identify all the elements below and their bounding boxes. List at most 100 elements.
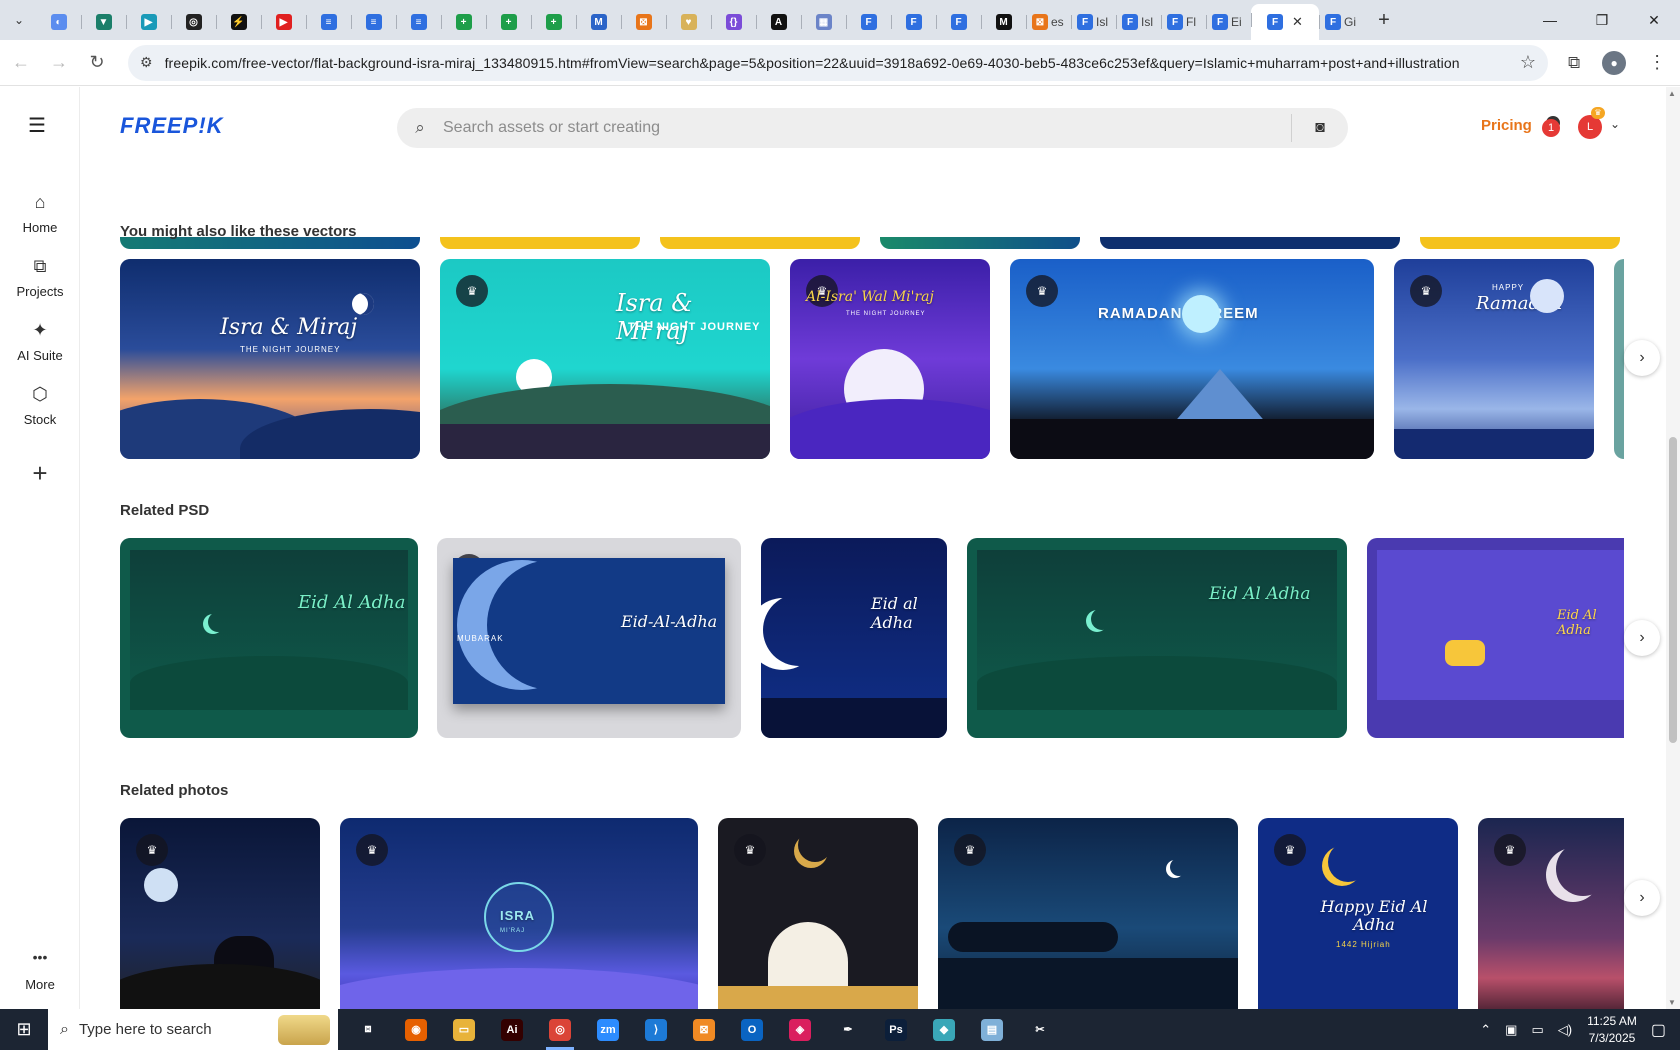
rail-home[interactable]: ⌂ Home bbox=[0, 192, 80, 235]
close-tab-icon[interactable]: ✕ bbox=[1292, 14, 1303, 30]
browser-menu-icon[interactable]: ⋮ bbox=[1648, 52, 1666, 73]
browser-tab-5[interactable]: ▶ bbox=[261, 6, 306, 38]
browser-tab-21[interactable]: M bbox=[981, 6, 1026, 38]
browser-profile-avatar[interactable]: ● bbox=[1602, 50, 1627, 75]
psd-card-3[interactable]: Eid al Adha bbox=[761, 538, 947, 738]
browser-tab-0[interactable]: ◐ bbox=[36, 6, 81, 38]
hamburger-menu-icon[interactable]: ☰ bbox=[28, 113, 46, 138]
new-tab-button[interactable]: + bbox=[1370, 6, 1398, 34]
psd-card-2[interactable]: ♛ Eid-Al-Adha MUBARAK bbox=[437, 538, 741, 738]
address-bar[interactable]: ⚙ freepik.com/free-vector/flat-backgroun… bbox=[128, 44, 1548, 81]
volume-icon[interactable]: ◁) bbox=[1558, 1022, 1572, 1038]
scroll-up-icon[interactable]: ▲ bbox=[1668, 89, 1676, 98]
browser-tab-18[interactable]: F bbox=[846, 6, 891, 38]
browser-tab-20[interactable]: F bbox=[936, 6, 981, 38]
taskbar-app-app-gem[interactable]: ◆ bbox=[920, 1009, 968, 1050]
psd-next-arrow-icon[interactable]: › bbox=[1624, 620, 1660, 656]
browser-tab-13[interactable]: ⊠ bbox=[621, 6, 666, 38]
browser-tab-26[interactable]: F Ei bbox=[1206, 6, 1251, 38]
vector-card-1[interactable]: Isra & Miraj THE NIGHT JOURNEY bbox=[120, 259, 420, 459]
freepik-logo[interactable]: FREEP!K bbox=[120, 113, 224, 139]
prev-card-6[interactable] bbox=[1420, 237, 1620, 249]
extensions-puzzle-icon[interactable]: ⧉ bbox=[1568, 53, 1580, 73]
browser-tab-2[interactable]: ▶ bbox=[126, 6, 171, 38]
photo-card-4[interactable]: ♛ bbox=[938, 818, 1238, 1009]
taskbar-clock[interactable]: 11:25 AM 7/3/2025 bbox=[1587, 1013, 1637, 1047]
reload-icon[interactable]: ↻ bbox=[80, 46, 114, 80]
photo-card-6[interactable]: ♛ bbox=[1478, 818, 1624, 1009]
tray-chevron-up-icon[interactable]: ⌃ bbox=[1480, 1022, 1491, 1038]
psd-card-4[interactable]: Eid Al Adha bbox=[967, 538, 1347, 738]
add-plus-icon[interactable]: + bbox=[20, 453, 60, 493]
vector-card-4[interactable]: ♛ RAMADAN KAREEM bbox=[1010, 259, 1374, 459]
taskbar-app-pen-tool[interactable]: ✒ bbox=[824, 1009, 872, 1050]
rail-stock[interactable]: ⬡ Stock bbox=[0, 384, 80, 427]
prev-card-2[interactable] bbox=[440, 237, 640, 249]
forward-arrow-icon[interactable]: → bbox=[42, 46, 76, 80]
bookmark-star-icon[interactable]: ☆ bbox=[1520, 52, 1536, 73]
browser-tab-3[interactable]: ◎ bbox=[171, 6, 216, 38]
url-text[interactable]: freepik.com/free-vector/flat-background-… bbox=[165, 55, 1512, 71]
browser-tab-15[interactable]: {} bbox=[711, 6, 756, 38]
browser-tab-active[interactable]: F ✕ bbox=[1251, 4, 1319, 40]
taskbar-search[interactable]: ⌕ Type here to search bbox=[48, 1009, 338, 1050]
browser-tab-24[interactable]: F Isl bbox=[1116, 6, 1161, 38]
restore-icon[interactable]: ❐ bbox=[1576, 0, 1628, 40]
prev-card-3[interactable] bbox=[660, 237, 860, 249]
taskbar-app-app-tool[interactable]: ✂ bbox=[1016, 1009, 1064, 1050]
browser-tab-22[interactable]: ⊠ es bbox=[1026, 6, 1071, 38]
rail-more[interactable]: ••• More bbox=[0, 949, 80, 992]
browser-tab-8[interactable]: ≡ bbox=[396, 6, 441, 38]
taskbar-app-xampp[interactable]: ⊠ bbox=[680, 1009, 728, 1050]
taskbar-app-vscode[interactable]: ⟩ bbox=[632, 1009, 680, 1050]
prev-card-5[interactable] bbox=[1100, 237, 1400, 249]
rail-ai-suite[interactable]: ✦ AI Suite bbox=[0, 320, 80, 363]
network-icon[interactable]: ▭ bbox=[1531, 1022, 1543, 1038]
browser-tab-10[interactable]: + bbox=[486, 6, 531, 38]
photo-card-3[interactable]: ♛ bbox=[718, 818, 918, 1009]
psd-card-1[interactable]: Eid Al Adha bbox=[120, 538, 418, 738]
vector-card-3[interactable]: ♛ Al-Isra' Wal Mi'raj THE NIGHT JOURNEY bbox=[790, 259, 990, 459]
browser-tab-12[interactable]: M bbox=[576, 6, 621, 38]
vector-card-2[interactable]: ♛ Isra & Mi'raj THE NIGHT JOURNEY bbox=[440, 259, 770, 459]
browser-tab-17[interactable]: ▦ bbox=[801, 6, 846, 38]
tray-app-icon[interactable]: ▣ bbox=[1505, 1022, 1517, 1038]
taskbar-app-app-notes[interactable]: ▤ bbox=[968, 1009, 1016, 1050]
photo-card-5[interactable]: ♛ Happy Eid Al Adha 1442 Hijriah bbox=[1258, 818, 1458, 1009]
prev-card-4[interactable] bbox=[880, 237, 1080, 249]
browser-tab-23[interactable]: F Isl bbox=[1071, 6, 1116, 38]
browser-tab-14[interactable]: ♥ bbox=[666, 6, 711, 38]
photo-card-1[interactable]: ♛ bbox=[120, 818, 320, 1009]
taskbar-app-zoom[interactable]: zm bbox=[584, 1009, 632, 1050]
back-arrow-icon[interactable]: ← bbox=[4, 46, 38, 80]
browser-tab-19[interactable]: F bbox=[891, 6, 936, 38]
notification-center-icon[interactable]: ▢ bbox=[1651, 1020, 1666, 1040]
photo-card-2[interactable]: ♛ ISRA MI'RAJ bbox=[340, 818, 698, 1009]
browser-tab-16[interactable]: A bbox=[756, 6, 801, 38]
browser-tab-after-0[interactable]: F Gi bbox=[1319, 6, 1364, 38]
camera-search-icon[interactable]: ◙ bbox=[1292, 119, 1348, 137]
taskbar-app-firefox[interactable]: ◉ bbox=[392, 1009, 440, 1050]
taskbar-app-outlook[interactable]: O bbox=[728, 1009, 776, 1050]
notification-badge[interactable]: 1 bbox=[1542, 116, 1560, 137]
browser-tab-6[interactable]: ≡ bbox=[306, 6, 351, 38]
windows-start-icon[interactable]: ⊞ bbox=[0, 1009, 48, 1050]
browser-tab-9[interactable]: + bbox=[441, 6, 486, 38]
pricing-link[interactable]: Pricing bbox=[1481, 117, 1532, 134]
browser-tab-11[interactable]: + bbox=[531, 6, 576, 38]
browser-tab-7[interactable]: ≡ bbox=[351, 6, 396, 38]
scrollbar-thumb[interactable] bbox=[1669, 437, 1677, 743]
page-scrollbar[interactable]: ▲ ▼ bbox=[1666, 87, 1680, 1009]
minimize-icon[interactable]: — bbox=[1524, 0, 1576, 40]
rail-projects[interactable]: ⧉ Projects bbox=[0, 256, 80, 299]
search-input[interactable] bbox=[443, 108, 1291, 148]
browser-tab-25[interactable]: F Fl bbox=[1161, 6, 1206, 38]
psd-card-5[interactable]: ♛ Eid Al Adha bbox=[1367, 538, 1624, 738]
photos-next-arrow-icon[interactable]: › bbox=[1624, 880, 1660, 916]
vector-card-6-partial[interactable] bbox=[1614, 259, 1624, 459]
scroll-down-icon[interactable]: ▼ bbox=[1668, 998, 1676, 1007]
account-chevron-down-icon[interactable]: ⌄ bbox=[1610, 117, 1620, 131]
taskbar-app-chrome[interactable]: ◎ bbox=[536, 1009, 584, 1050]
tab-search-chevron-icon[interactable]: ⌄ bbox=[6, 7, 32, 33]
taskbar-app-photoshop[interactable]: Ps bbox=[872, 1009, 920, 1050]
